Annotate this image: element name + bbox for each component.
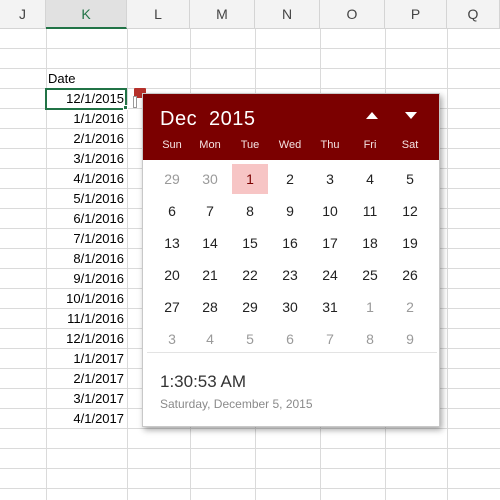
date-cell[interactable]: 3/1/2017: [46, 389, 126, 409]
current-time: 1:30:53 AM: [160, 372, 247, 391]
date-cell[interactable]: 8/1/2016: [46, 249, 126, 269]
current-long-date: Saturday, December 5, 2015: [160, 397, 313, 411]
day-cell[interactable]: 30: [272, 292, 308, 322]
other-month-day[interactable]: 9: [392, 324, 428, 354]
day-cell[interactable]: 14: [192, 228, 228, 258]
date-cell[interactable]: 5/1/2016: [46, 189, 126, 209]
day-cell[interactable]: 11: [352, 196, 388, 226]
triangle-down-icon: [405, 112, 417, 119]
day-cell[interactable]: 21: [192, 260, 228, 290]
other-month-day[interactable]: 1: [352, 292, 388, 322]
other-month-day[interactable]: 7: [312, 324, 348, 354]
other-month-day[interactable]: 2: [392, 292, 428, 322]
weekday-label: Sun: [162, 139, 182, 151]
column-header-row: JKLMNOPQ: [0, 0, 500, 29]
day-cell[interactable]: 18: [352, 228, 388, 258]
other-month-day[interactable]: 4: [192, 324, 228, 354]
day-cell[interactable]: 5: [392, 164, 428, 194]
day-cell[interactable]: 24: [312, 260, 348, 290]
date-cell[interactable]: 3/1/2016: [46, 149, 126, 169]
day-cell[interactable]: 12: [392, 196, 428, 226]
date-cell[interactable]: 12/1/2016: [46, 329, 126, 349]
other-month-day[interactable]: 30: [192, 164, 228, 194]
fill-handle[interactable]: [123, 105, 128, 110]
day-cell[interactable]: 20: [154, 260, 190, 290]
weekday-label: Fri: [363, 139, 377, 151]
day-cell[interactable]: 23: [272, 260, 308, 290]
column-header-q[interactable]: Q: [447, 0, 500, 29]
date-cell[interactable]: 10/1/2016: [46, 289, 126, 309]
day-cell[interactable]: 26: [392, 260, 428, 290]
grid-horizontal-line: [0, 48, 500, 49]
weekday-label: Thu: [320, 139, 340, 151]
date-cell[interactable]: 11/1/2016: [46, 309, 126, 329]
date-picker-trigger-stem[interactable]: [133, 96, 137, 108]
day-cell[interactable]: 15: [232, 228, 268, 258]
selected-date-cell[interactable]: 12/1/2015: [45, 88, 127, 110]
day-cell[interactable]: 3: [312, 164, 348, 194]
other-month-day[interactable]: 3: [154, 324, 190, 354]
day-cell[interactable]: 19: [392, 228, 428, 258]
column-header-m[interactable]: M: [190, 0, 255, 29]
selected-day[interactable]: 1: [232, 164, 268, 194]
year-label[interactable]: 2015: [209, 108, 256, 131]
triangle-up-icon: [366, 112, 378, 119]
weekday-label: Sat: [401, 139, 419, 151]
grid-vertical-line: [127, 29, 128, 500]
day-cell[interactable]: 29: [232, 292, 268, 322]
cell-header-date[interactable]: Date: [46, 69, 126, 89]
date-cell[interactable]: 7/1/2016: [46, 229, 126, 249]
weekday-label: Wed: [278, 139, 302, 151]
day-cell[interactable]: 8: [232, 196, 268, 226]
column-header-o[interactable]: O: [320, 0, 385, 29]
column-header-j[interactable]: J: [0, 0, 46, 29]
day-cell[interactable]: 28: [192, 292, 228, 322]
day-cell[interactable]: 22: [232, 260, 268, 290]
weekday-label: Tue: [240, 139, 260, 151]
column-header-l[interactable]: L: [127, 0, 190, 29]
other-month-day[interactable]: 6: [272, 324, 308, 354]
date-cell[interactable]: 1/1/2017: [46, 349, 126, 369]
grid-horizontal-line: [0, 488, 500, 489]
weekday-label: Mon: [199, 139, 221, 151]
day-cell[interactable]: 6: [154, 196, 190, 226]
next-month-button[interactable]: [398, 108, 424, 128]
day-cell[interactable]: 31: [312, 292, 348, 322]
date-cell[interactable]: 2/1/2017: [46, 369, 126, 389]
grid-vertical-line: [447, 29, 448, 500]
grid-horizontal-line: [0, 448, 500, 449]
grid-horizontal-line: [0, 468, 500, 469]
date-cell[interactable]: 6/1/2016: [46, 209, 126, 229]
date-cell[interactable]: 9/1/2016: [46, 269, 126, 289]
other-month-day[interactable]: 29: [154, 164, 190, 194]
day-cell[interactable]: 25: [352, 260, 388, 290]
day-cell[interactable]: 9: [272, 196, 308, 226]
other-month-day[interactable]: 8: [352, 324, 388, 354]
date-cell[interactable]: 1/1/2016: [46, 109, 126, 129]
day-cell[interactable]: 13: [154, 228, 190, 258]
column-header-p[interactable]: P: [385, 0, 447, 29]
column-header-k[interactable]: K: [46, 0, 127, 29]
date-picker-popup: Dec 2015 1:30:53 AM Saturday, December 5…: [142, 93, 440, 427]
day-cell[interactable]: 4: [352, 164, 388, 194]
day-cell[interactable]: 16: [272, 228, 308, 258]
day-cell[interactable]: 17: [312, 228, 348, 258]
other-month-day[interactable]: 5: [232, 324, 268, 354]
day-cell[interactable]: 7: [192, 196, 228, 226]
previous-month-button[interactable]: [359, 108, 385, 128]
date-cell[interactable]: 4/1/2016: [46, 169, 126, 189]
date-cell[interactable]: 4/1/2017: [46, 409, 126, 429]
column-header-n[interactable]: N: [255, 0, 320, 29]
day-cell[interactable]: 2: [272, 164, 308, 194]
day-cell[interactable]: 27: [154, 292, 190, 322]
day-cell[interactable]: 10: [312, 196, 348, 226]
month-label[interactable]: Dec: [160, 108, 197, 131]
date-cell[interactable]: 2/1/2016: [46, 129, 126, 149]
